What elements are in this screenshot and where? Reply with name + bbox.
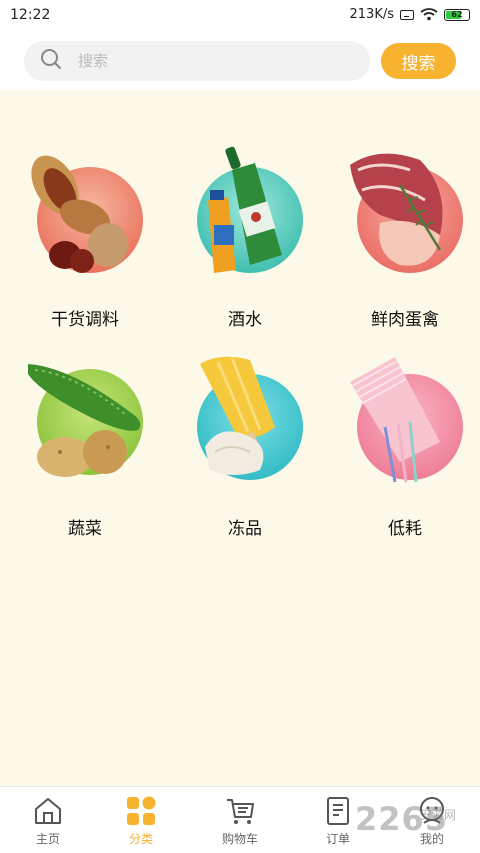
battery-percent: 62 <box>451 10 463 19</box>
category-disposables[interactable]: 低耗 <box>320 352 480 552</box>
search-header: 搜索 <box>0 32 480 90</box>
nav-label-orders: 订单 <box>325 832 350 846</box>
search-input[interactable] <box>78 52 318 70</box>
status-bar: 12:22 213K/s 62 <box>0 0 480 32</box>
cucumber-potato-image <box>28 364 143 477</box>
search-box[interactable] <box>24 41 370 81</box>
category-drinks[interactable]: 酒水 <box>160 145 320 345</box>
category-label: 酒水 <box>228 310 262 330</box>
search-icon <box>40 48 62 74</box>
wifi-icon <box>420 8 438 21</box>
order-icon <box>327 797 349 825</box>
beer-drinks-image <box>197 146 303 273</box>
peanuts-dates-image <box>31 155 143 273</box>
category-label: 蔬菜 <box>68 519 102 539</box>
network-speed: 213K/s <box>349 7 395 22</box>
battery-icon: 62 <box>444 8 470 21</box>
category-icon <box>127 796 156 825</box>
category-label: 鲜肉蛋禽 <box>371 310 439 330</box>
popsicle-dumplings-image <box>197 356 303 480</box>
nav-label-home: 主页 <box>35 832 60 846</box>
status-time: 12:22 <box>10 7 51 23</box>
category-vegetables[interactable]: 蔬菜 <box>0 352 160 552</box>
category-frozen[interactable]: 冻品 <box>160 352 320 552</box>
status-indicators: 213K/s 62 <box>349 7 470 22</box>
nav-label-cart: 购物车 <box>221 832 258 846</box>
nav-item-cart[interactable]: 购物车 <box>192 787 288 853</box>
cart-icon <box>227 799 254 824</box>
category-dry-goods[interactable]: 干货调料 <box>0 145 160 345</box>
raw-meat-image <box>350 153 463 273</box>
search-button[interactable]: 搜索 <box>381 43 456 79</box>
nav-label-category: 分类 <box>128 832 153 846</box>
category-meat-eggs[interactable]: 鲜肉蛋禽 <box>320 145 480 345</box>
watermark-sub: 安游网 <box>420 808 457 822</box>
category-label: 干货调料 <box>51 310 119 330</box>
category-label: 冻品 <box>228 519 262 539</box>
nav-item-home[interactable]: 主页 <box>0 787 96 853</box>
paper-cups-straws-image <box>350 357 463 483</box>
category-label: 低耗 <box>388 519 422 539</box>
sim-icon <box>400 9 414 20</box>
home-icon <box>35 798 61 824</box>
nav-item-category[interactable]: 分类 <box>93 787 189 853</box>
